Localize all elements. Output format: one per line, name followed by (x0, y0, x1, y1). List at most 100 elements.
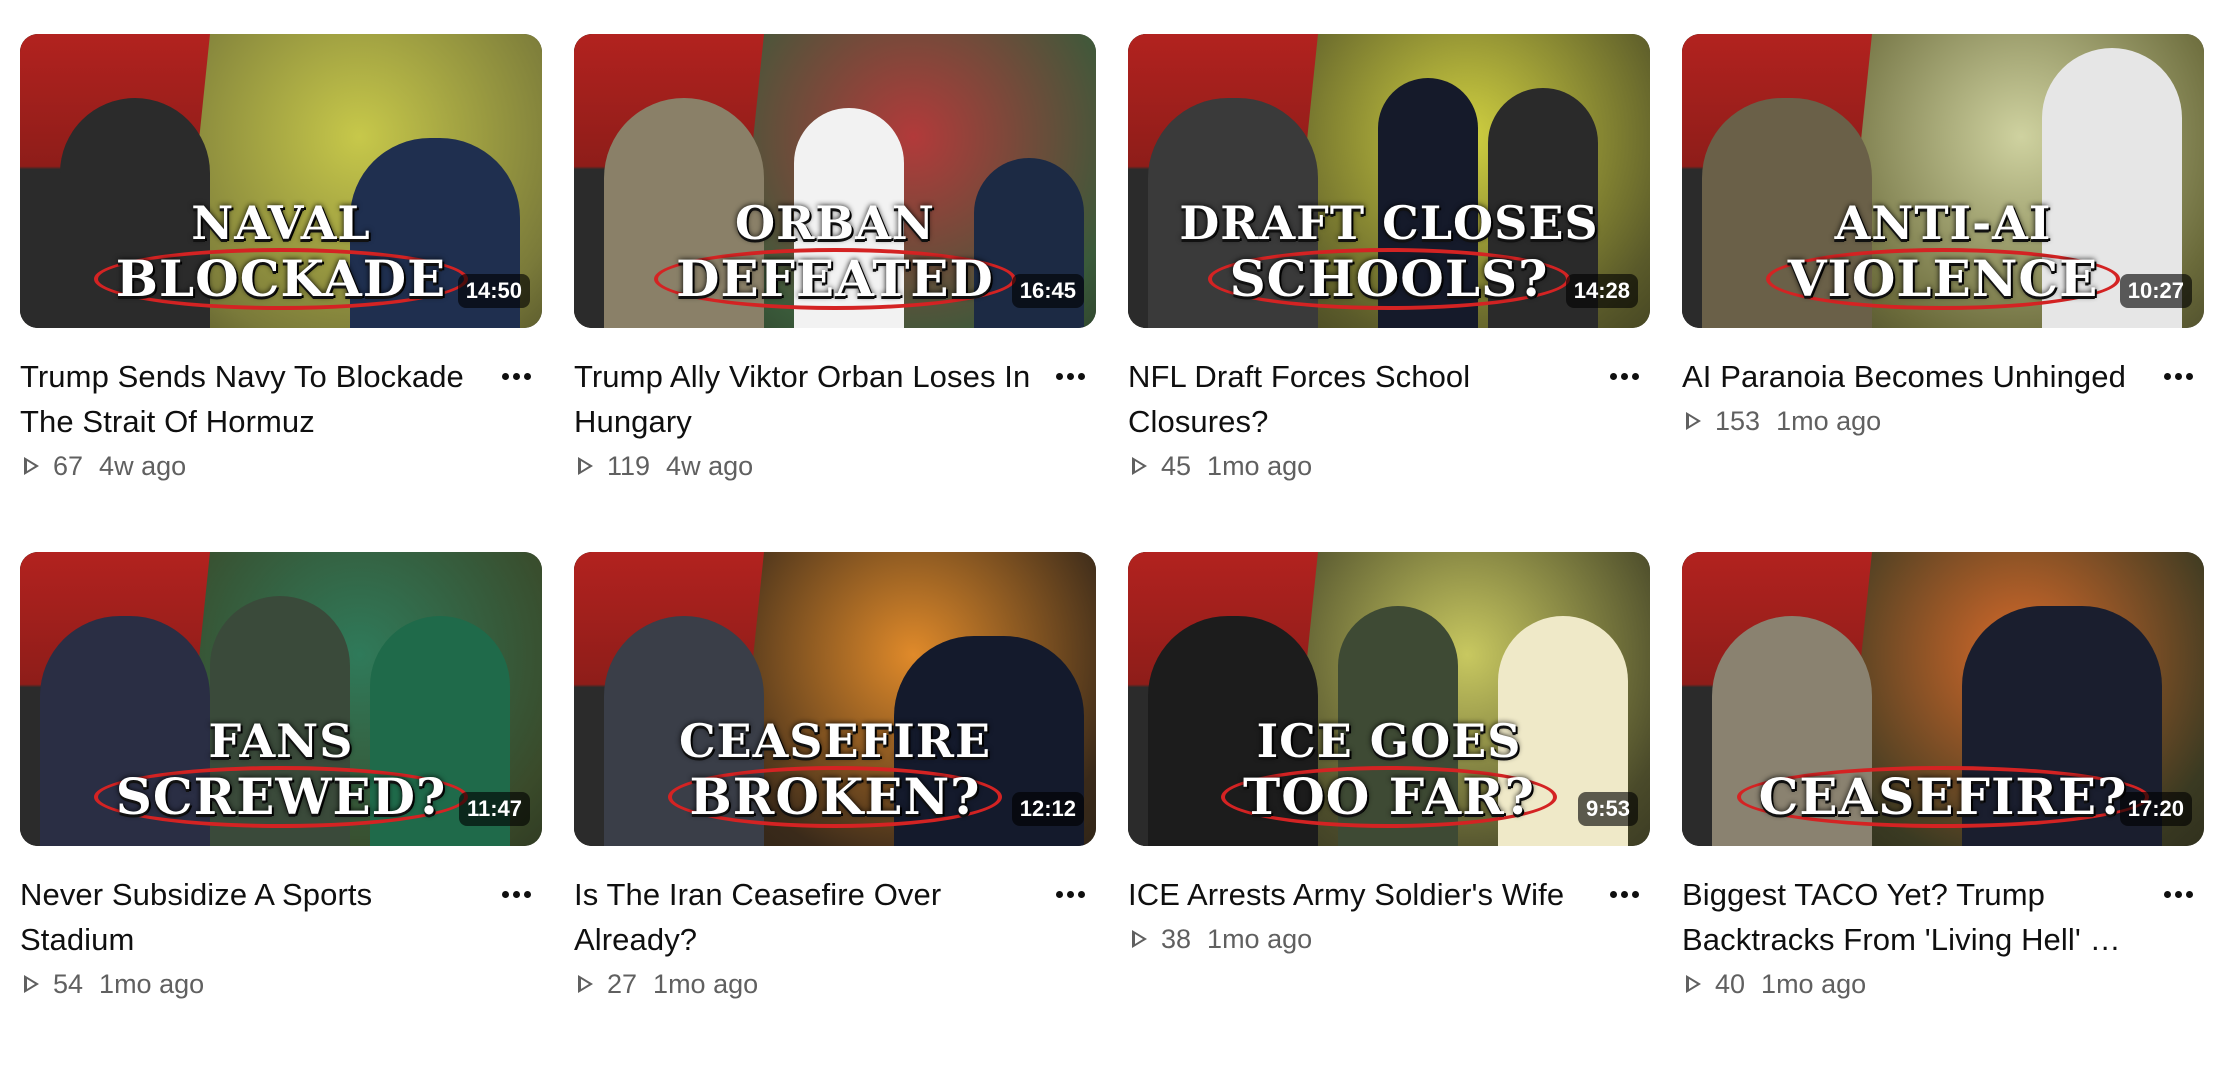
thumbnail-subject (1378, 78, 1478, 328)
more-vert-icon (501, 372, 531, 380)
video-card[interactable]: ANTI-AI VIOLENCE 10:27 AI Paranoia Becom… (1682, 34, 2204, 552)
thumbnail-host (604, 616, 764, 846)
thumbnail-subject (1338, 606, 1458, 846)
more-actions-button[interactable] (1048, 872, 1092, 916)
video-stats: 119 4w ago (574, 446, 1040, 486)
more-actions-button[interactable] (2156, 872, 2200, 916)
upload-age: 4w ago (99, 450, 187, 481)
more-vert-icon (1055, 890, 1085, 898)
play-outline-icon (24, 975, 39, 993)
video-card[interactable]: NAVAL BLOCKADE 14:50 Trump Sends Navy To… (20, 34, 542, 552)
video-meta: NFL Draft Forces School Closures? 45 1mo… (1128, 354, 1650, 486)
thumbnail-host (1712, 616, 1872, 846)
upload-age: 1mo ago (1761, 968, 1867, 999)
thumbnail-host (604, 98, 764, 328)
view-count: 38 (1161, 923, 1192, 954)
play-outline-icon (1132, 457, 1147, 475)
play-outline-icon (24, 457, 39, 475)
duration-badge: 14:28 (1565, 274, 1638, 308)
view-count: 27 (607, 968, 638, 999)
video-title[interactable]: Trump Sends Navy To Blockade The Strait … (20, 354, 486, 444)
video-title[interactable]: Is The Iran Ceasefire Over Already? (574, 872, 1040, 962)
video-stats: 27 1mo ago (574, 964, 1040, 1004)
more-vert-icon (1055, 372, 1085, 380)
play-outline-icon (1132, 930, 1147, 948)
video-card[interactable]: CEASEFIRE BROKEN? 12:12 Is The Iran Ceas… (574, 552, 1096, 1070)
more-actions-button[interactable] (494, 872, 538, 916)
video-card[interactable]: CEASEFIRE? 17:20 Biggest TACO Yet? Trump… (1682, 552, 2204, 1070)
video-stats: 54 1mo ago (20, 964, 486, 1004)
upload-age: 4w ago (666, 450, 754, 481)
video-title[interactable]: Never Subsidize A Sports Stadium (20, 872, 486, 962)
thumbnail-host (1148, 98, 1318, 328)
video-thumbnail[interactable]: ICE GOES TOO FAR? 9:53 (1128, 552, 1650, 846)
video-title[interactable]: ICE Arrests Army Soldier's Wife (1128, 872, 1594, 917)
more-vert-icon (2163, 890, 2193, 898)
video-meta: AI Paranoia Becomes Unhinged 153 1mo ago (1682, 354, 2204, 441)
view-count: 153 (1715, 405, 1761, 436)
video-meta: Is The Iran Ceasefire Over Already? 27 1… (574, 872, 1096, 1004)
play-outline-icon (1686, 412, 1701, 430)
video-title[interactable]: AI Paranoia Becomes Unhinged (1682, 354, 2148, 399)
video-title[interactable]: Trump Ally Viktor Orban Loses In Hungary (574, 354, 1040, 444)
video-meta: Trump Ally Viktor Orban Loses In Hungary… (574, 354, 1096, 486)
video-thumbnail[interactable]: FANS SCREWED? 11:47 (20, 552, 542, 846)
play-outline-icon (1686, 975, 1701, 993)
duration-badge: 17:20 (2119, 792, 2192, 826)
thumbnail-subject (210, 596, 350, 846)
video-stats: 40 1mo ago (1682, 964, 2148, 1004)
view-count: 119 (607, 450, 651, 481)
upload-age: 1mo ago (99, 968, 205, 999)
view-count: 54 (53, 968, 84, 999)
video-meta: Never Subsidize A Sports Stadium 54 1mo … (20, 872, 542, 1004)
video-meta: ICE Arrests Army Soldier's Wife 38 1mo a… (1128, 872, 1650, 959)
video-meta: Trump Sends Navy To Blockade The Strait … (20, 354, 542, 486)
upload-age: 1mo ago (1776, 405, 1882, 436)
more-vert-icon (1609, 890, 1639, 898)
upload-age: 1mo ago (653, 968, 759, 999)
view-count: 67 (53, 450, 84, 481)
duration-badge: 14:50 (457, 274, 530, 308)
duration-badge: 12:12 (1011, 792, 1084, 826)
view-count: 45 (1161, 450, 1192, 481)
more-actions-button[interactable] (1048, 354, 1092, 398)
video-card[interactable]: ICE GOES TOO FAR? 9:53 ICE Arrests Army … (1128, 552, 1650, 1070)
duration-badge: 9:53 (1577, 792, 1638, 826)
video-thumbnail[interactable]: ANTI-AI VIOLENCE 10:27 (1682, 34, 2204, 328)
upload-age: 1mo ago (1207, 923, 1313, 954)
video-card[interactable]: ORBAN DEFEATED 16:45 Trump Ally Viktor O… (574, 34, 1096, 552)
thumbnail-host (40, 616, 210, 846)
more-actions-button[interactable] (494, 354, 538, 398)
video-stats: 38 1mo ago (1128, 919, 1594, 959)
video-stats: 153 1mo ago (1682, 401, 2148, 441)
play-outline-icon (578, 457, 593, 475)
play-outline-icon (578, 975, 593, 993)
video-thumbnail[interactable]: DRAFT CLOSES SCHOOLS? 14:28 (1128, 34, 1650, 328)
thumbnail-host (1702, 98, 1872, 328)
video-card[interactable]: DRAFT CLOSES SCHOOLS? 14:28 NFL Draft Fo… (1128, 34, 1650, 552)
video-title[interactable]: Biggest TACO Yet? Trump Backtracks From … (1682, 872, 2148, 962)
video-thumbnail[interactable]: ORBAN DEFEATED 16:45 (574, 34, 1096, 328)
video-card[interactable]: FANS SCREWED? 11:47 Never Subsidize A Sp… (20, 552, 542, 1070)
more-vert-icon (2163, 372, 2193, 380)
video-thumbnail[interactable]: CEASEFIRE BROKEN? 12:12 (574, 552, 1096, 846)
upload-age: 1mo ago (1207, 450, 1313, 481)
thumbnail-subject (794, 108, 904, 328)
duration-badge: 11:47 (458, 792, 530, 826)
video-stats: 45 1mo ago (1128, 446, 1594, 486)
thumbnail-host (60, 98, 210, 328)
video-title[interactable]: NFL Draft Forces School Closures? (1128, 354, 1594, 444)
more-actions-button[interactable] (1602, 872, 1646, 916)
view-count: 40 (1715, 968, 1746, 999)
video-thumbnail[interactable]: NAVAL BLOCKADE 14:50 (20, 34, 542, 328)
more-vert-icon (501, 890, 531, 898)
video-thumbnail[interactable]: CEASEFIRE? 17:20 (1682, 552, 2204, 846)
more-actions-button[interactable] (2156, 354, 2200, 398)
thumbnail-host (1148, 616, 1318, 846)
video-grid: NAVAL BLOCKADE 14:50 Trump Sends Navy To… (20, 34, 2204, 1070)
duration-badge: 16:45 (1011, 274, 1084, 308)
video-stats: 67 4w ago (20, 446, 486, 486)
more-actions-button[interactable] (1602, 354, 1646, 398)
video-meta: Biggest TACO Yet? Trump Backtracks From … (1682, 872, 2204, 1004)
more-vert-icon (1609, 372, 1639, 380)
